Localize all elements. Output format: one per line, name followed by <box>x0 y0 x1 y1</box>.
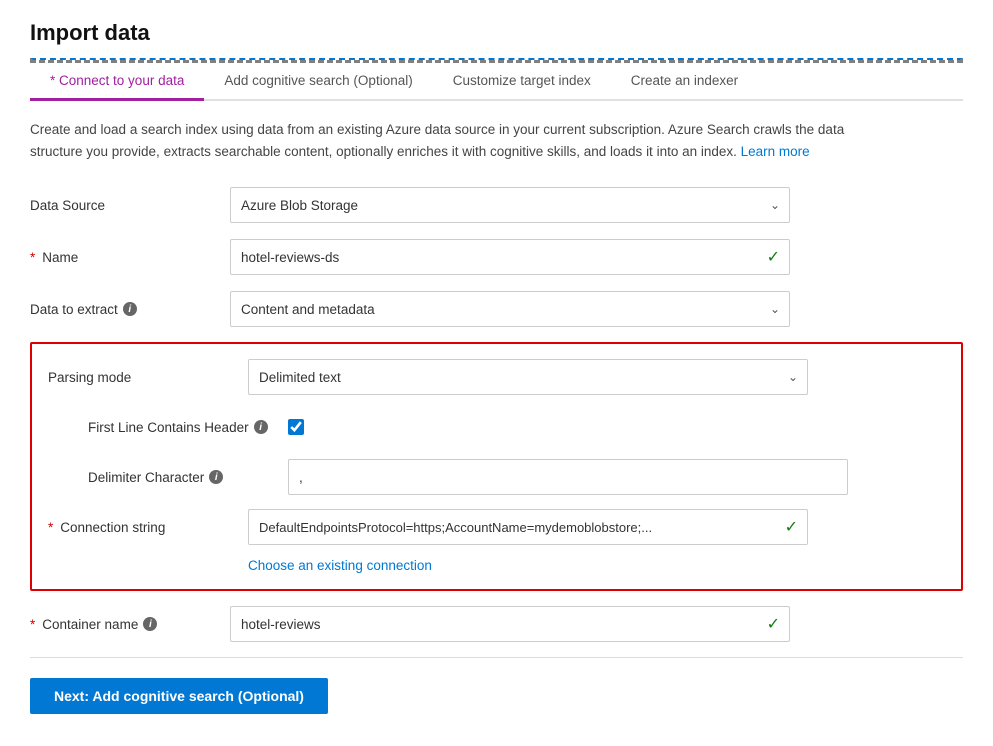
first-line-label: First Line Contains Header i <box>88 420 288 435</box>
description-text: Create and load a search index using dat… <box>30 119 890 162</box>
delimiter-input-wrapper <box>288 459 848 495</box>
container-required-star: * <box>30 617 35 632</box>
first-line-info-icon[interactable]: i <box>254 420 268 434</box>
parsing-mode-row: Parsing mode Default Delimited text JSON… <box>48 358 945 396</box>
connection-string-input-wrapper: ✓ <box>248 509 808 545</box>
tab-cognitive[interactable]: Add cognitive search (Optional) <box>204 63 432 101</box>
name-label: * Name <box>30 250 230 265</box>
connection-string-label: * Connection string <box>48 520 248 535</box>
data-source-row: Data Source Azure Blob Storage Azure SQL… <box>30 186 963 224</box>
connection-check-icon: ✓ <box>785 517 798 537</box>
parsing-mode-select-wrapper: Default Delimited text JSON JSON array J… <box>248 359 808 395</box>
choose-connection-link[interactable]: Choose an existing connection <box>48 558 945 573</box>
container-check-icon: ✓ <box>767 614 780 634</box>
connection-string-input[interactable] <box>248 509 808 545</box>
data-source-label: Data Source <box>30 198 230 213</box>
name-check-icon: ✓ <box>767 247 780 267</box>
name-required-star: * <box>30 250 35 265</box>
data-extract-label: Data to extract i <box>30 302 230 317</box>
delimiter-info-icon[interactable]: i <box>209 470 223 484</box>
tabs-bar: Connect to your data Add cognitive searc… <box>30 63 963 101</box>
data-extract-row: Data to extract i Content and metadata S… <box>30 290 963 328</box>
parsing-mode-select[interactable]: Default Delimited text JSON JSON array J… <box>248 359 808 395</box>
data-source-select-wrapper: Azure Blob Storage Azure SQL Database Co… <box>230 187 790 223</box>
page-title: Import data <box>30 20 963 46</box>
learn-more-link[interactable]: Learn more <box>741 144 810 159</box>
first-line-row: First Line Contains Header i <box>48 408 945 446</box>
container-info-icon[interactable]: i <box>143 617 157 631</box>
connection-string-row: * Connection string ✓ <box>48 508 945 546</box>
highlighted-section: Parsing mode Default Delimited text JSON… <box>30 342 963 591</box>
delimiter-row: Delimiter Character i <box>48 458 945 496</box>
container-name-row: * Container name i ✓ <box>30 605 963 643</box>
tab-indexer[interactable]: Create an indexer <box>611 63 758 101</box>
data-source-select[interactable]: Azure Blob Storage Azure SQL Database Co… <box>230 187 790 223</box>
data-extract-select[interactable]: Content and metadata Storage metadata Al… <box>230 291 790 327</box>
data-extract-info-icon[interactable]: i <box>123 302 137 316</box>
delimiter-label: Delimiter Character i <box>88 470 288 485</box>
parsing-mode-label: Parsing mode <box>48 370 248 385</box>
tab-connect[interactable]: Connect to your data <box>30 63 204 101</box>
container-name-label: * Container name i <box>30 617 230 632</box>
container-name-input[interactable] <box>230 606 790 642</box>
tab-index[interactable]: Customize target index <box>433 63 611 101</box>
first-line-checkbox-wrapper <box>288 419 304 435</box>
data-extract-select-wrapper: Content and metadata Storage metadata Al… <box>230 291 790 327</box>
name-input-wrapper: ✓ <box>230 239 790 275</box>
name-row: * Name ✓ <box>30 238 963 276</box>
delimiter-input[interactable] <box>288 459 848 495</box>
container-name-input-wrapper: ✓ <box>230 606 790 642</box>
bottom-divider <box>30 657 963 658</box>
first-line-checkbox[interactable] <box>288 419 304 435</box>
name-input[interactable] <box>230 239 790 275</box>
next-button[interactable]: Next: Add cognitive search (Optional) <box>30 678 328 714</box>
connection-required-star: * <box>48 520 53 535</box>
